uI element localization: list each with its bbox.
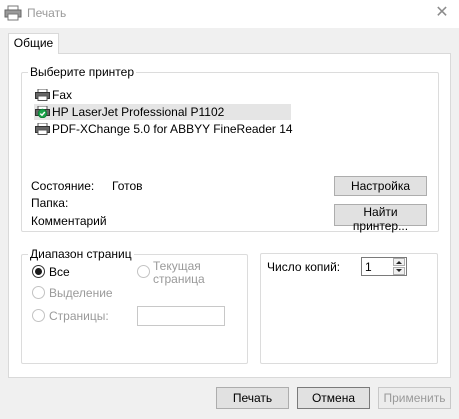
default-printer-check-icon — [35, 106, 50, 118]
radio-selection[interactable] — [32, 286, 45, 299]
printer-name: PDF-XChange 5.0 for ABBYY FineReader 14 — [52, 122, 293, 136]
radio-all-label: Все — [49, 265, 70, 279]
arrow-up-icon — [396, 261, 402, 264]
arrow-down-icon — [396, 269, 402, 272]
print-button[interactable]: Печать — [216, 387, 289, 409]
copies-value: 1 — [365, 260, 372, 274]
apply-button[interactable]: Применить — [378, 387, 451, 409]
printer-item-pdf-xchange[interactable]: PDF-XChange 5.0 for ABBYY FineReader 14 — [34, 121, 293, 137]
comment-label: Комментарий — [31, 214, 107, 228]
status-value: Готов — [112, 179, 143, 193]
radio-pages-label: Страницы: — [49, 309, 109, 323]
radio-current-page[interactable] — [137, 265, 150, 278]
printer-window-icon — [4, 5, 22, 21]
find-printer-button[interactable]: Найти принтер... — [334, 204, 427, 233]
copies-increment-button[interactable] — [393, 258, 405, 266]
cancel-button[interactable]: Отмена — [297, 387, 370, 409]
printer-name: Fax — [52, 88, 73, 102]
printer-item-fax[interactable]: Fax — [34, 87, 291, 103]
page-range-legend: Диапазон страниц — [28, 247, 134, 261]
printer-name: HP LaserJet Professional P1102 — [52, 105, 225, 119]
printer-group-legend: Выберите принтер — [28, 65, 136, 79]
settings-button[interactable]: Настройка — [334, 176, 427, 196]
tab-general[interactable]: Общие — [8, 33, 59, 54]
title-bar: Печать ✕ — [0, 0, 459, 28]
copies-label: Число копий: — [267, 260, 341, 274]
radio-current-page-label-line1: Текущая — [153, 259, 201, 273]
printer-icon — [35, 123, 50, 135]
radio-current-page-label-line2: страница — [153, 272, 205, 286]
window-title: Печать — [27, 6, 67, 20]
printer-list[interactable]: Fax HP LaserJet Professional P1102 PDF-X… — [34, 87, 293, 138]
radio-all[interactable] — [32, 265, 45, 278]
printer-item-hp-laserjet[interactable]: HP LaserJet Professional P1102 — [34, 104, 291, 120]
copies-stepper[interactable]: 1 — [361, 257, 407, 276]
radio-selection-label: Выделение — [49, 286, 113, 300]
fax-printer-icon — [35, 89, 50, 101]
close-button[interactable]: ✕ — [425, 0, 459, 28]
radio-pages[interactable] — [32, 309, 45, 322]
copies-decrement-button[interactable] — [393, 267, 405, 275]
pages-input[interactable] — [137, 306, 225, 326]
status-label: Состояние: — [31, 179, 95, 193]
close-icon: ✕ — [435, 4, 449, 21]
folder-label: Папка: — [31, 196, 69, 210]
